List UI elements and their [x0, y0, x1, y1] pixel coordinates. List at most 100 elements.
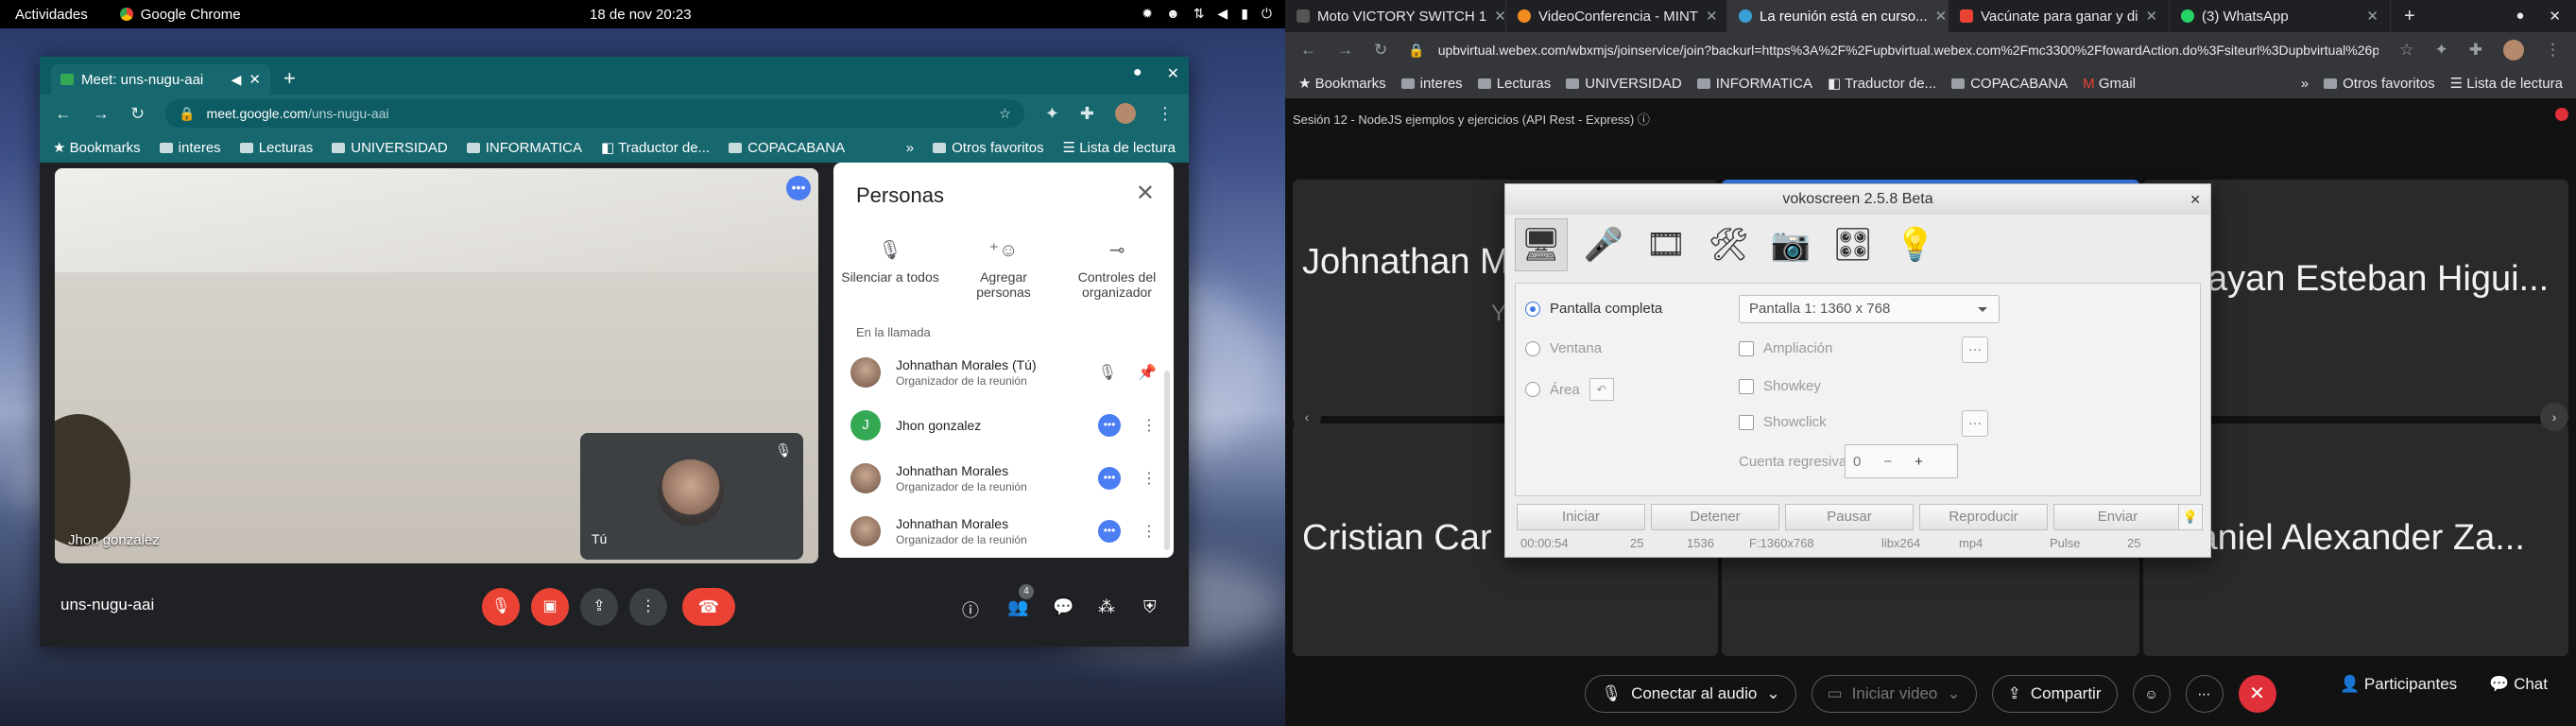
tile-options-button[interactable]: ••• — [786, 176, 811, 200]
close-icon[interactable]: ✕ — [2190, 184, 2201, 215]
mute-all-button[interactable]: 🎙 Silenciar a todos — [838, 238, 942, 300]
bookmark-item[interactable]: ★ Bookmarks — [1298, 75, 1386, 92]
option-showkey[interactable]: Showkey — [1739, 378, 1821, 394]
bookmark-item[interactable]: interes — [159, 140, 221, 156]
option-magnifier[interactable]: Ampliación — [1739, 340, 1832, 356]
participant-row[interactable]: J Jhon gonzalez ••• ⋮ — [833, 399, 1174, 452]
panel-scrollbar[interactable] — [1164, 371, 1170, 550]
reading-list[interactable]: ☰ Lista de lectura — [2450, 75, 2563, 92]
reload-icon[interactable]: ↻ — [130, 104, 145, 124]
minus-icon[interactable]: − — [1883, 454, 1892, 470]
bookmark-item[interactable]: INFORMATICA — [1696, 76, 1812, 92]
mic-off-icon[interactable]: 🎙 — [1098, 363, 1117, 382]
self-video-tile[interactable]: 🎙 Tú — [580, 433, 803, 560]
bookmark-item[interactable]: UNIVERSIDAD — [332, 140, 448, 156]
bulb-tab-icon[interactable]: 💡 — [1889, 218, 1942, 271]
tab-webex[interactable]: La reunión está en curso... ✕ — [1727, 0, 1949, 32]
close-tab-icon[interactable]: ✕ — [249, 71, 261, 88]
address-bar[interactable]: 🔒 upbvirtual.webex.com/wbxmjs/joinservice… — [1408, 43, 2379, 59]
reading-list[interactable]: ☰ Lista de lectura — [1063, 139, 1176, 156]
more-options-button[interactable]: ⋯ — [2185, 675, 2224, 713]
microphone-tab-icon[interactable]: 🎤 — [1577, 218, 1630, 271]
bookmark-item[interactable]: Lecturas — [239, 140, 313, 156]
settings-tab-icon[interactable]: 🎛 — [1827, 218, 1880, 271]
participant-row[interactable]: Johnathan Morales Organizador de la reuni… — [833, 505, 1174, 558]
microphone-button[interactable]: 🎙 — [482, 588, 520, 626]
showclick-settings-button[interactable]: … — [1962, 410, 1988, 437]
participants-button[interactable]: 👤 Participantes — [2340, 675, 2457, 694]
window-titlebar[interactable]: vokoscreen 2.5.8 Beta ✕ — [1505, 184, 2210, 215]
record-indicator-icon[interactable]: ● — [2516, 8, 2524, 25]
clock[interactable]: 18 de nov 20:23 — [590, 7, 692, 23]
bookmark-item[interactable]: interes — [1400, 76, 1463, 92]
radio-button[interactable] — [1525, 301, 1540, 317]
app-menu[interactable]: Google Chrome — [119, 7, 241, 23]
more-options-button[interactable]: ⋮ — [629, 588, 667, 626]
record-indicator-icon[interactable]: ● — [1133, 64, 1142, 83]
reactions-button[interactable]: ☺ — [2132, 675, 2171, 713]
checkbox[interactable] — [1739, 414, 1754, 430]
activities-icon[interactable]: ⁂ — [1098, 597, 1115, 617]
tools-tab-icon[interactable]: 🛠 — [1702, 218, 1755, 271]
tab-audio-icon[interactable]: ◀ — [232, 72, 242, 88]
tab-whatsapp[interactable]: (3) WhatsApp ✕ — [2170, 0, 2391, 32]
bookmark-item[interactable]: COPACABANA — [1951, 76, 2068, 92]
profile-avatar[interactable] — [1115, 103, 1136, 124]
plus-icon[interactable]: + — [1915, 454, 1923, 470]
chat-button[interactable]: 💬 Chat — [2489, 675, 2548, 694]
bookmark-item[interactable]: M Gmail — [2083, 76, 2136, 92]
close-window-icon[interactable]: ✕ — [1167, 64, 1179, 83]
bulb-icon[interactable]: 💡 — [2178, 504, 2203, 530]
present-button[interactable]: ⇪ — [580, 588, 618, 626]
play-button[interactable]: Reproducir — [1919, 504, 2048, 530]
menu-icon[interactable]: ⋮ — [1157, 104, 1174, 124]
people-icon[interactable]: 👥 — [1007, 597, 1028, 617]
magnifier-settings-button[interactable]: … — [1962, 337, 1988, 363]
address-bar[interactable]: 🔒 meet.google.com/uns-nugu-aai ☆ — [165, 99, 1024, 128]
countdown-spinner[interactable]: 0− + — [1845, 444, 1958, 478]
close-window-icon[interactable]: ✕ — [2549, 8, 2561, 25]
more-options-icon[interactable]: ⋮ — [1142, 469, 1157, 488]
tab-moto[interactable]: Moto VICTORY SWITCH 1 ✕ — [1285, 0, 1506, 32]
close-tab-icon[interactable]: ✕ — [1706, 8, 1718, 25]
bookmark-item[interactable]: ◧ Traductor de... — [601, 139, 710, 156]
close-tab-icon[interactable]: ✕ — [2366, 8, 2379, 25]
camera-button[interactable]: ▣ — [531, 588, 569, 626]
pin-icon[interactable]: 📌 — [1138, 363, 1157, 382]
more-options-icon[interactable]: ⋮ — [1142, 522, 1157, 541]
add-people-button[interactable]: ⁺☺ Agregar personas — [952, 238, 1056, 300]
back-icon[interactable]: ← — [1300, 41, 1316, 60]
share-button[interactable]: ⇪ Compartir — [1991, 675, 2118, 713]
mode-window[interactable]: Ventana — [1525, 340, 1602, 356]
bookmark-star-icon[interactable]: ☆ — [999, 106, 1011, 122]
mode-fullscreen[interactable]: Pantalla completa — [1525, 301, 1662, 317]
extension-icon[interactable]: ✦ — [2435, 41, 2448, 60]
more-bookmarks-icon[interactable]: » — [906, 140, 914, 156]
new-tab-button[interactable]: + — [2404, 6, 2415, 27]
start-video-button[interactable]: ▭ Iniciar video ⌄ — [1811, 675, 1977, 713]
bookmark-item[interactable]: COPACABANA — [729, 140, 845, 156]
close-tab-icon[interactable]: ✕ — [1935, 8, 1948, 25]
bookmark-item[interactable]: Otros favoritos — [933, 140, 1044, 156]
tab-videoconferencia[interactable]: VideoConferencia - MINT ✕ — [1506, 0, 1727, 32]
mode-area[interactable]: Área ↶ — [1525, 378, 1614, 401]
chat-icon[interactable]: 💬 — [1053, 597, 1073, 617]
status-area[interactable]: ✹ ☻ ⇅ ◀ ▮ ⏻ — [1142, 6, 1272, 22]
send-button[interactable]: Enviar — [2053, 504, 2182, 530]
checkbox[interactable] — [1739, 340, 1754, 356]
option-showclick[interactable]: Showclick — [1739, 414, 1827, 430]
bookmark-item[interactable]: Otros favoritos — [2324, 76, 2435, 92]
host-shield-icon[interactable]: ⛨ — [1143, 597, 1157, 617]
bookmark-item[interactable]: ★ Bookmarks — [53, 139, 141, 156]
new-tab-button[interactable]: + — [283, 66, 296, 91]
leave-meeting-button[interactable]: ✕ — [2238, 675, 2276, 713]
tab-gmail[interactable]: Vacúnate para ganar y di ✕ — [1949, 0, 2170, 32]
next-page-icon[interactable]: › — [2540, 403, 2568, 431]
bookmark-star-icon[interactable]: ☆ — [2399, 41, 2413, 60]
leave-call-button[interactable]: ☎ — [682, 588, 735, 626]
close-tab-icon[interactable]: ✕ — [2146, 8, 2158, 25]
area-reset-button[interactable]: ↶ — [1589, 378, 1614, 401]
checkbox[interactable] — [1739, 378, 1754, 394]
bookmark-item[interactable]: Lecturas — [1477, 76, 1551, 92]
menu-icon[interactable]: ⋮ — [2545, 41, 2561, 60]
